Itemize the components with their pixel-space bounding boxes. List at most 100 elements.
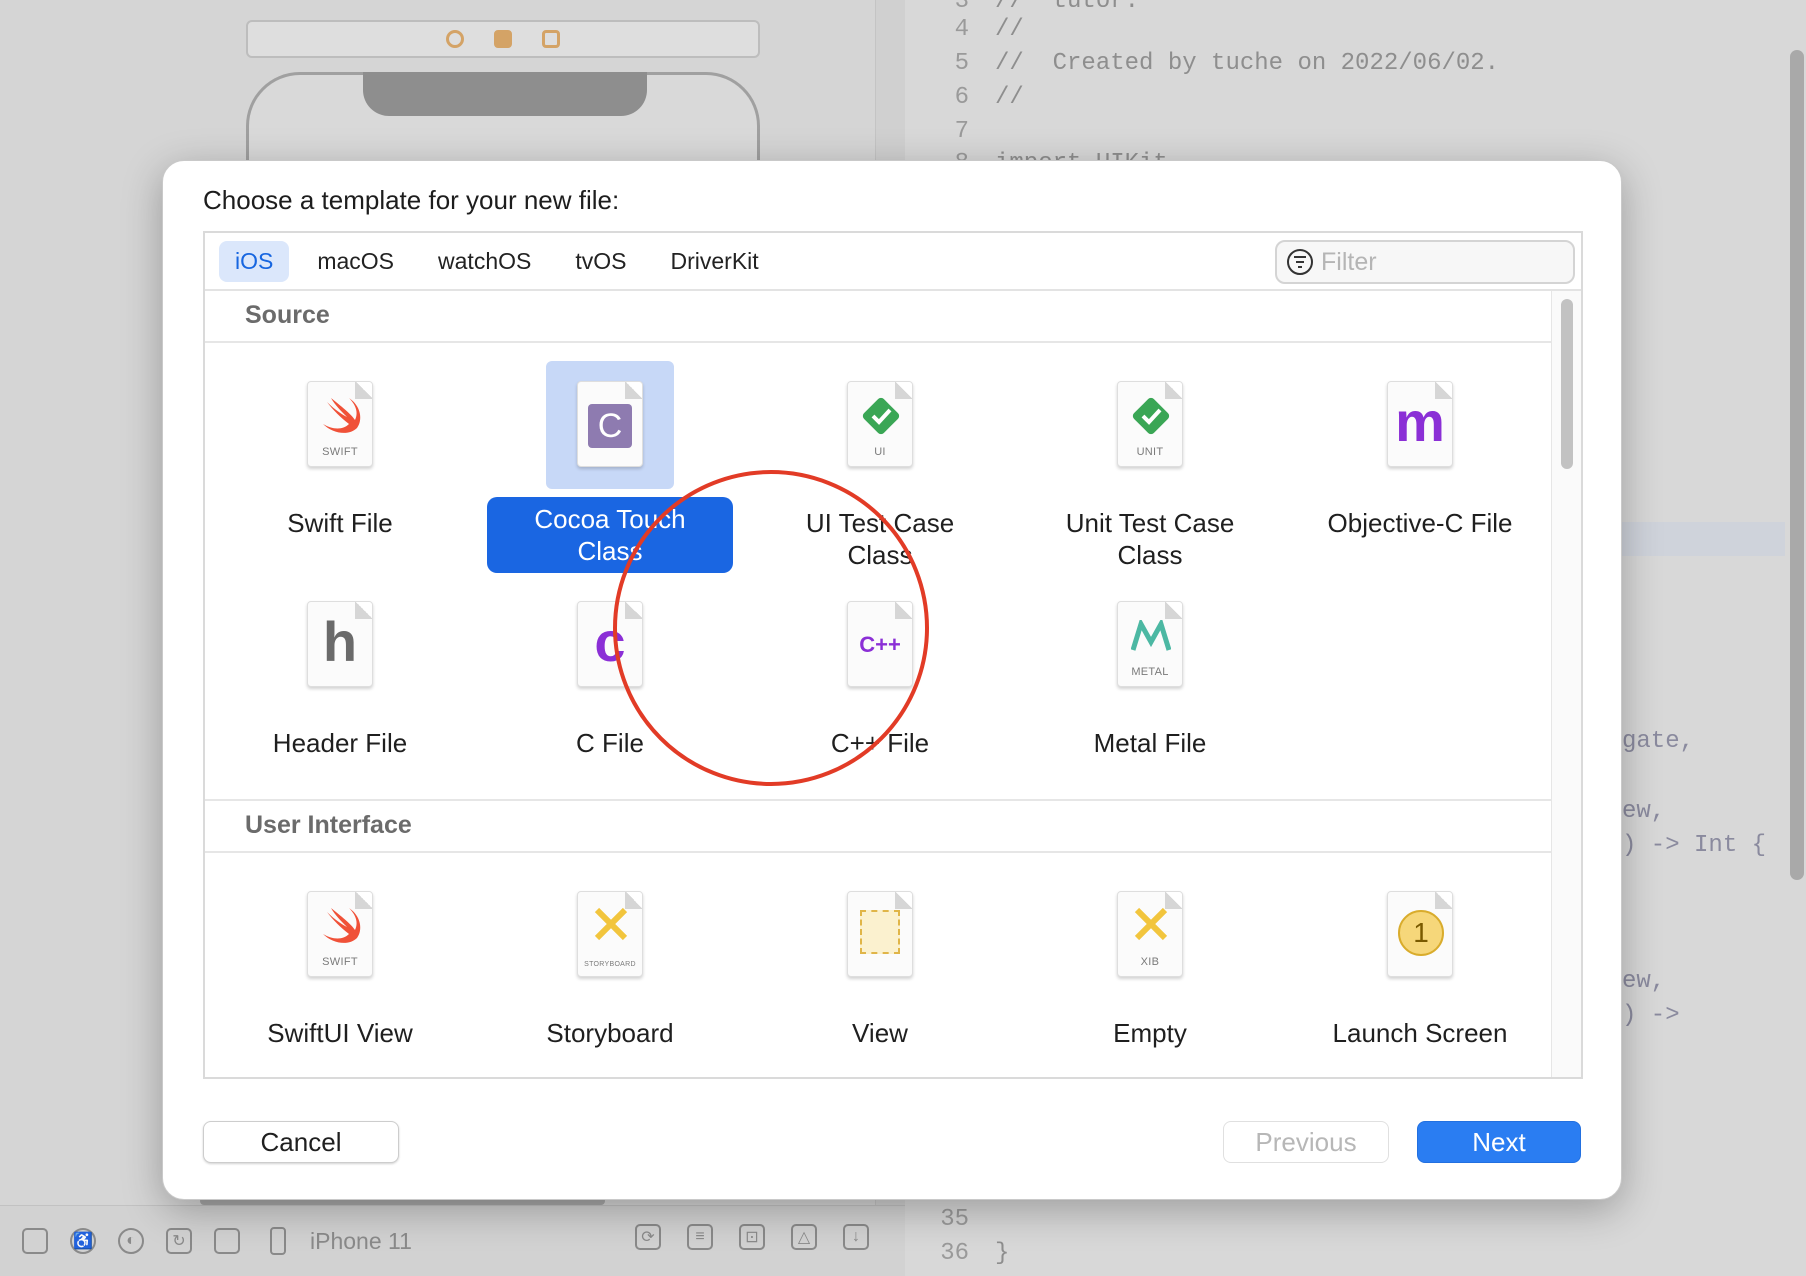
tab-ios[interactable]: iOS [219, 240, 290, 282]
template-header-file[interactable]: h Header File [205, 581, 475, 759]
template-storyboard[interactable]: STORYBOARD Storyboard [475, 871, 745, 1049]
code-line: 36} [940, 1240, 1010, 1267]
resolve-autolayout-icon[interactable]: △ [791, 1224, 817, 1250]
scene-dock [246, 20, 760, 58]
template-label: Storyboard [546, 1018, 674, 1048]
editor-scrollbar[interactable] [1790, 50, 1804, 880]
template-list: Source SWIFT Swift File C Cocoa Touch Cl… [205, 291, 1553, 1077]
tab-watchos[interactable]: watchOS [422, 241, 547, 282]
ui-badge: UI [874, 446, 886, 458]
code-line: 3// tutor. [954, 0, 1140, 15]
template-objective-c-file[interactable]: m Objective-C File [1285, 361, 1553, 539]
template-label: UI Test Case Class [805, 508, 955, 570]
appearance-icon[interactable]: ◐ [118, 1228, 144, 1254]
section-header-source: Source [205, 291, 1553, 343]
objective-c-icon: m [1387, 381, 1453, 467]
template-empty[interactable]: XIB Empty [1015, 871, 1285, 1049]
accessibility-icon[interactable]: ♿ [70, 1228, 96, 1254]
code-line: 6// [954, 84, 1024, 111]
metal-icon: METAL [1117, 601, 1183, 687]
template-label: Cocoa Touch Class [487, 497, 733, 573]
launch-screen-glyph: 1 [1398, 910, 1444, 956]
template-label: Metal File [1093, 728, 1207, 758]
objc-m-glyph: m [1395, 390, 1445, 453]
first-responder-icon[interactable] [494, 30, 512, 48]
section-header-user-interface: User Interface [205, 801, 1553, 853]
cpp-file-icon: C++ [847, 601, 913, 687]
template-ui-test-case-class[interactable]: UI UI Test Case Class [745, 361, 1015, 571]
platform-tabs: iOS macOS watchOS tvOS DriverKit [205, 233, 1581, 291]
view-controller-icon[interactable] [446, 30, 464, 48]
template-label: View [852, 1018, 908, 1048]
orientation-icon[interactable]: ↻ [166, 1228, 192, 1254]
device-name: iPhone 11 [310, 1227, 412, 1254]
code-fragment: ew, [1622, 968, 1666, 995]
cpp-glyph: C++ [859, 632, 901, 657]
template-cocoa-touch-class[interactable]: C Cocoa Touch Class [475, 361, 745, 573]
previous-button[interactable]: Previous [1223, 1121, 1389, 1163]
metal-badge: METAL [1131, 666, 1169, 678]
template-label: C File [576, 728, 644, 758]
template-metal-file[interactable]: METAL Metal File [1015, 581, 1285, 759]
filter-input[interactable] [1321, 247, 1551, 277]
template-cpp-file[interactable]: C++ C++ File [745, 581, 1015, 759]
template-label: C++ File [830, 728, 930, 758]
template-panel: iOS macOS watchOS tvOS DriverKit Source … [203, 231, 1583, 1079]
code-fragment: ) -> [1622, 1002, 1680, 1029]
code-line: 5// Created by tuche on 2022/06/02. [954, 50, 1500, 77]
dialog-title: Choose a template for your new file: [203, 185, 620, 215]
split-view-icon[interactable] [214, 1228, 240, 1254]
header-file-icon: h [307, 601, 373, 687]
template-swift-file[interactable]: SWIFT Swift File [205, 361, 475, 539]
unit-badge: UNIT [1136, 446, 1164, 458]
launch-screen-icon: 1 [1387, 891, 1453, 977]
filter-icon [1287, 249, 1313, 275]
xib-icon: XIB [1117, 891, 1183, 977]
align-icon[interactable]: ≡ [687, 1224, 713, 1250]
template-label: Empty [1113, 1018, 1187, 1048]
storyboard-badge: STORYBOARD [584, 961, 636, 968]
ui-test-icon: UI [847, 381, 913, 467]
tab-macos[interactable]: macOS [301, 241, 410, 282]
cancel-button[interactable]: Cancel [203, 1121, 399, 1163]
template-label: Header File [272, 728, 408, 758]
template-label: Unit Test Case Class [1065, 508, 1235, 570]
unit-test-icon: UNIT [1117, 381, 1183, 467]
code-fragment: ) -> Int { [1622, 832, 1767, 859]
swift-badge: SWIFT [322, 446, 358, 458]
view-icon [847, 891, 913, 977]
exit-icon[interactable] [542, 30, 560, 48]
class-c-glyph: C [588, 404, 632, 448]
template-label: SwiftUI View [267, 1018, 413, 1048]
header-h-glyph: h [322, 610, 358, 673]
next-button[interactable]: Next [1417, 1121, 1581, 1163]
tab-tvos[interactable]: tvOS [559, 241, 642, 282]
template-list-scrollbar[interactable] [1551, 291, 1581, 1077]
add-constraints-icon[interactable]: ⊡ [739, 1224, 765, 1250]
canvas-bottom-bar: ♿ ◐ ↻ iPhone 11 ⟳ ≡ ⊡ △ ↓ [0, 1205, 905, 1276]
swift-icon: SWIFT [307, 891, 373, 977]
embed-in-icon[interactable]: ↓ [843, 1224, 869, 1250]
tab-driverkit[interactable]: DriverKit [654, 241, 774, 282]
template-view[interactable]: View [745, 871, 1015, 1049]
view-frame-glyph [860, 910, 900, 954]
template-launch-screen[interactable]: 1 Launch Screen [1285, 871, 1553, 1049]
xib-badge: XIB [1140, 956, 1160, 968]
template-c-file[interactable]: c C File [475, 581, 745, 759]
device-notch [363, 72, 647, 116]
c-glyph: c [594, 610, 626, 673]
iphone-icon [270, 1227, 286, 1255]
toggle-document-outline-icon[interactable] [22, 1228, 48, 1254]
template-swiftui-view[interactable]: SWIFT SwiftUI View [205, 871, 475, 1049]
swift-icon: SWIFT [307, 381, 373, 467]
scrollbar-thumb[interactable] [1561, 299, 1573, 469]
cocoa-touch-class-icon: C [577, 381, 643, 467]
code-line: 35 [940, 1206, 969, 1233]
c-file-icon: c [577, 601, 643, 687]
update-frames-icon[interactable]: ⟳ [635, 1224, 661, 1250]
template-label: Launch Screen [1332, 1018, 1508, 1048]
template-unit-test-case-class[interactable]: UNIT Unit Test Case Class [1015, 361, 1285, 571]
filter-field[interactable] [1275, 240, 1575, 284]
code-fragment: gate, [1622, 728, 1695, 755]
device-selector[interactable]: iPhone 11 [270, 1227, 412, 1255]
